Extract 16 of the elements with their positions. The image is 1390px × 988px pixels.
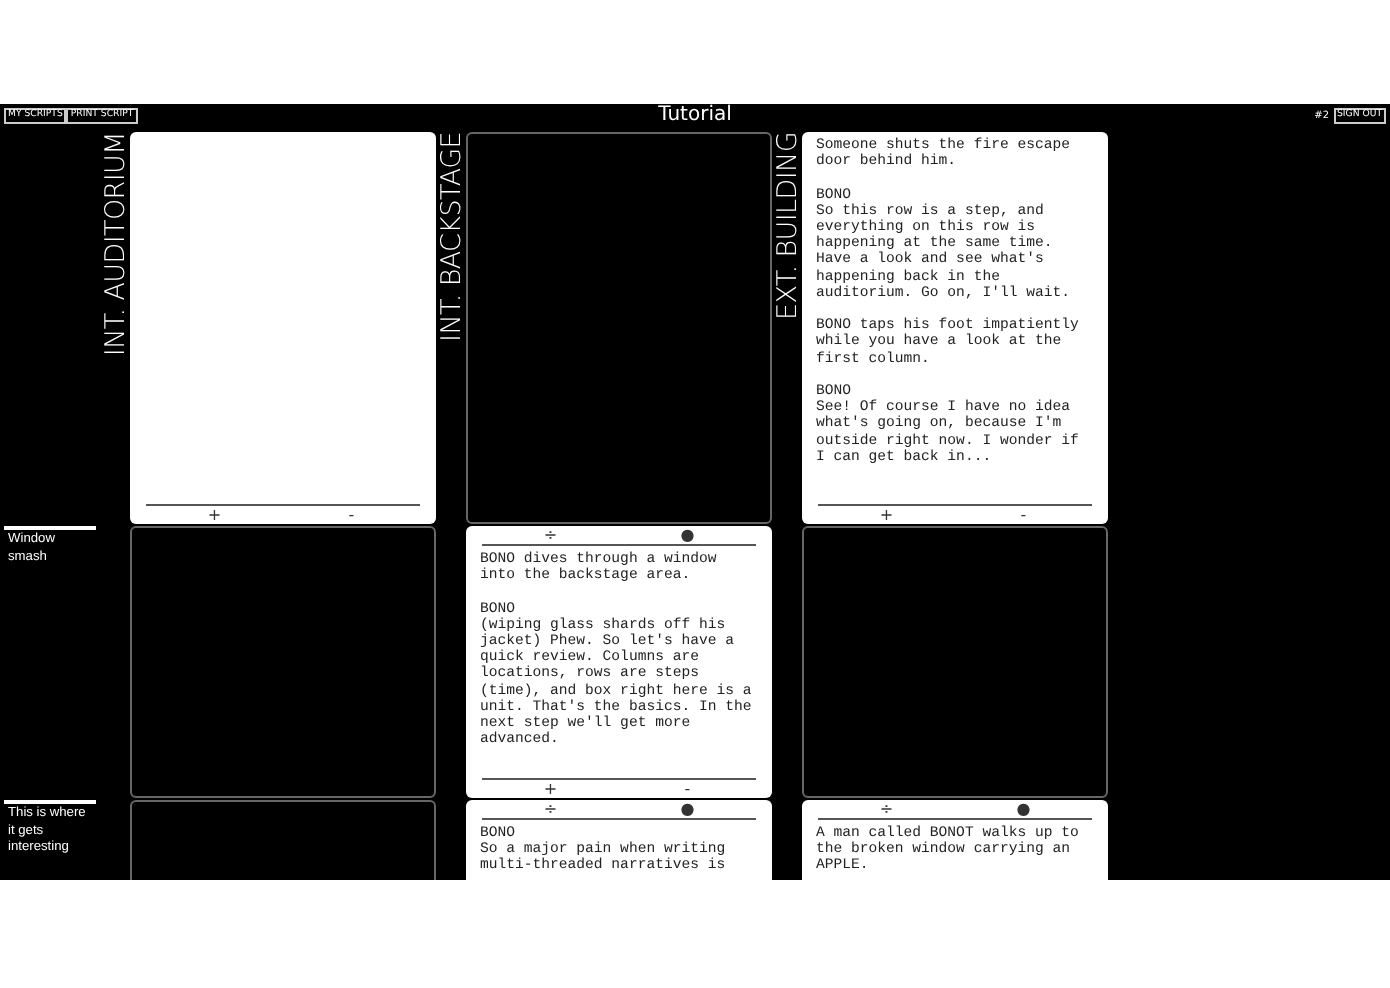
add-button[interactable]: +	[482, 780, 619, 798]
location-title: INT. AUDITORIUM	[99, 132, 131, 357]
split-button[interactable]: ÷	[482, 526, 619, 544]
script-title: Tutorial	[658, 104, 732, 128]
add-button[interactable]: +	[818, 506, 955, 524]
split-button[interactable]: ÷	[482, 800, 619, 818]
remove-button[interactable]: -	[283, 506, 420, 524]
location-title: INT. BACKSTAGE	[435, 132, 467, 342]
marker-button[interactable]: ●	[619, 526, 756, 544]
remove-button[interactable]: -	[955, 506, 1092, 524]
location-title: EXT. BUILDING	[771, 132, 803, 321]
remove-button[interactable]: -	[619, 780, 756, 798]
split-button[interactable]: ÷	[818, 800, 955, 818]
marker-button[interactable]: ●	[955, 800, 1092, 818]
add-button[interactable]: +	[146, 506, 283, 524]
marker-button[interactable]: ●	[619, 800, 756, 818]
